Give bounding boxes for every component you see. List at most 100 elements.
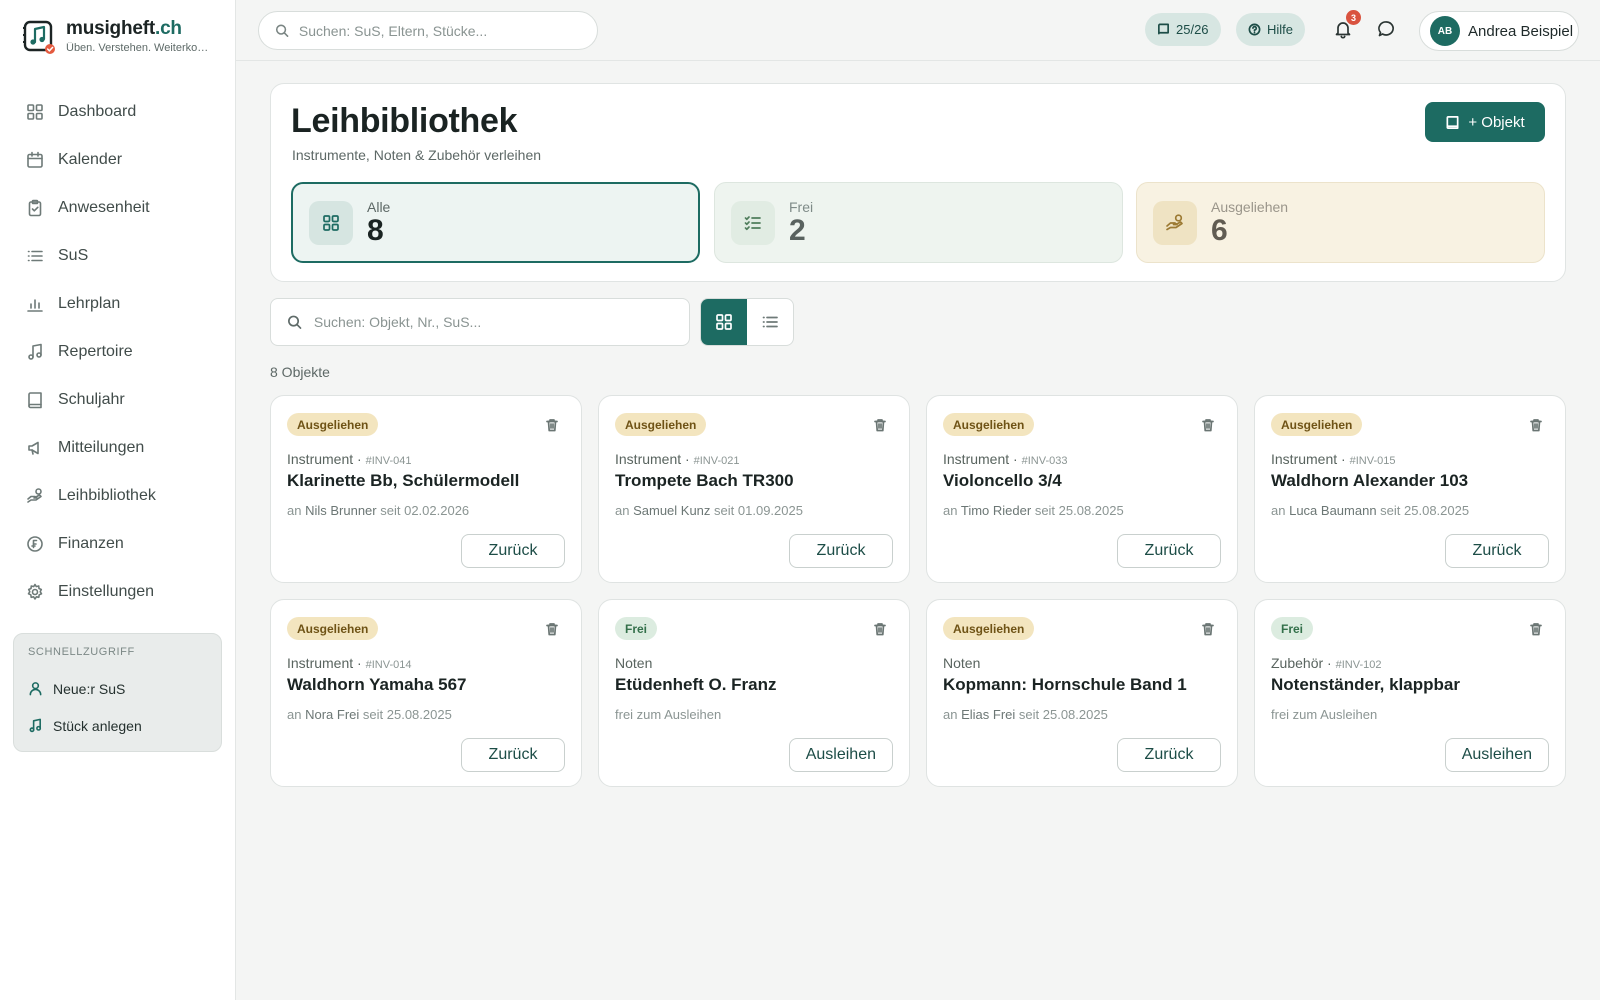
sidebar-item-finanzen[interactable]: Finanzen bbox=[14, 520, 222, 568]
page-header-card: Leihbibliothek Instrumente, Noten & Zube… bbox=[270, 83, 1566, 282]
return-button[interactable]: Zurück bbox=[461, 534, 565, 568]
lend-button[interactable]: Ausleihen bbox=[1444, 738, 1549, 772]
user-icon bbox=[29, 682, 42, 696]
sidebar-item-mitteilungen[interactable]: Mitteilungen bbox=[14, 424, 222, 472]
chat-bubble-icon bbox=[1378, 21, 1394, 37]
library-search[interactable] bbox=[270, 298, 690, 346]
page-title: Leihbibliothek bbox=[291, 102, 518, 140]
school-year-badge[interactable]: 25/26 bbox=[1145, 13, 1221, 46]
return-button[interactable]: Zurück bbox=[1445, 534, 1549, 568]
delete-button[interactable] bbox=[1199, 416, 1217, 434]
object-category: Instrument bbox=[1271, 451, 1338, 467]
sidebar-item-anwesenheit[interactable]: Anwesenheit bbox=[14, 184, 222, 232]
brand-name: musigheft.ch bbox=[66, 18, 182, 39]
user-name: Andrea Beispiel bbox=[1468, 22, 1574, 40]
return-button[interactable]: Zurück bbox=[789, 534, 893, 568]
sidebar-item-dashboard[interactable]: Dashboard bbox=[14, 88, 222, 136]
gear-icon bbox=[27, 583, 43, 600]
delete-button[interactable] bbox=[543, 620, 561, 638]
calendar-icon bbox=[27, 151, 43, 168]
notifications-button[interactable]: 3 bbox=[1330, 10, 1361, 42]
object-meta: Noten bbox=[615, 655, 652, 671]
stat-label: Ausgeliehen bbox=[1211, 198, 1289, 215]
object-meta: Instrument · #INV-015 bbox=[1271, 451, 1396, 467]
logo-icon bbox=[22, 18, 56, 54]
sidebar-item-label: Schuljahr bbox=[58, 391, 125, 408]
help-button[interactable]: Hilfe bbox=[1236, 13, 1306, 46]
object-meta: Instrument · #INV-014 bbox=[287, 655, 412, 671]
library-search-input[interactable] bbox=[313, 314, 689, 330]
object-card[interactable]: Frei Zubehör · #INV-102 Notenständer, kl… bbox=[1254, 599, 1566, 787]
sidebar-item-lehrplan[interactable]: Lehrplan bbox=[14, 280, 222, 328]
delete-button[interactable] bbox=[543, 416, 561, 434]
help-icon bbox=[1248, 23, 1261, 36]
delete-button[interactable] bbox=[1199, 620, 1217, 638]
filter-card-lent[interactable]: Ausgeliehen 6 bbox=[1136, 182, 1545, 263]
sidebar-item-label: Dashboard bbox=[58, 103, 137, 120]
object-card[interactable]: Ausgeliehen Instrument · #INV-033 Violon… bbox=[926, 395, 1238, 583]
megaphone-icon bbox=[28, 441, 39, 455]
holder-name: Elias Frei bbox=[961, 707, 1016, 722]
sidebar-item-sus[interactable]: SuS bbox=[14, 232, 222, 280]
holder-since: seit 02.02.2026 bbox=[380, 503, 470, 518]
return-button[interactable]: Zurück bbox=[1117, 738, 1221, 772]
delete-button[interactable] bbox=[871, 620, 889, 638]
trash-icon bbox=[546, 623, 558, 636]
holder-name: Luca Baumann bbox=[1289, 503, 1377, 518]
holder-name: Nora Frei bbox=[305, 707, 360, 722]
object-card[interactable]: Ausgeliehen Instrument · #INV-015 Waldho… bbox=[1254, 395, 1566, 583]
global-search[interactable] bbox=[258, 11, 598, 50]
topbar: 25/26 Hilfe 3 AB Andrea Beispiel bbox=[236, 0, 1600, 61]
quick-new-student[interactable]: Neue:r SuS bbox=[28, 670, 207, 707]
filter-card-free[interactable]: Frei 2 bbox=[714, 182, 1123, 263]
inventory-number: #INV-102 bbox=[1335, 659, 1382, 671]
sidebar-item-label: Einstellungen bbox=[58, 583, 155, 600]
quick-item-label: Stück anlegen bbox=[53, 717, 142, 734]
add-object-button[interactable]: + Objekt bbox=[1425, 102, 1545, 142]
sidebar-item-label: Mitteilungen bbox=[58, 439, 145, 456]
stat-label: Alle bbox=[367, 198, 391, 215]
holder-prefix: an bbox=[943, 503, 958, 518]
holder-since: seit 25.08.2025 bbox=[362, 707, 452, 722]
hand-coins-icon bbox=[27, 488, 42, 503]
object-card[interactable]: Ausgeliehen Instrument · #INV-021 Trompe… bbox=[598, 395, 910, 583]
return-button[interactable]: Zurück bbox=[1117, 534, 1221, 568]
grid-view-button[interactable] bbox=[701, 299, 747, 345]
delete-button[interactable] bbox=[871, 416, 889, 434]
lend-button[interactable]: Ausleihen bbox=[788, 738, 893, 772]
object-holder: an Luca Baumann seit 25.08.2025 bbox=[1271, 503, 1469, 518]
sidebar-item-repertoire[interactable]: Repertoire bbox=[14, 328, 222, 376]
sidebar-item-schuljahr[interactable]: Schuljahr bbox=[14, 376, 222, 424]
book-icon bbox=[28, 392, 42, 409]
sidebar-item-kalender[interactable]: Kalender bbox=[14, 136, 222, 184]
stat-value: 6 bbox=[1211, 213, 1228, 247]
object-card[interactable]: Ausgeliehen Instrument · #INV-014 Waldho… bbox=[270, 599, 582, 787]
brand[interactable]: musigheft.ch Üben. Verstehen. Weiterkomm… bbox=[22, 18, 212, 54]
global-search-input[interactable] bbox=[298, 22, 597, 39]
return-button[interactable]: Zurück bbox=[461, 738, 565, 772]
object-category: Instrument bbox=[615, 451, 682, 467]
bar-chart-icon bbox=[27, 299, 43, 312]
delete-button[interactable] bbox=[1527, 620, 1545, 638]
object-holder: an Nora Frei seit 25.08.2025 bbox=[287, 707, 452, 722]
list-view-button[interactable] bbox=[747, 299, 793, 345]
object-holder: frei zum Ausleihen bbox=[1271, 707, 1377, 722]
messages-button[interactable] bbox=[1374, 16, 1400, 42]
sidebar-item-leihbibliothek[interactable]: Leihbibliothek bbox=[14, 472, 222, 520]
delete-button[interactable] bbox=[1527, 416, 1545, 434]
object-card[interactable]: Frei Noten Etüdenheft O. Franz frei zum … bbox=[598, 599, 910, 787]
object-card[interactable]: Ausgeliehen Instrument · #INV-041 Klarin… bbox=[270, 395, 582, 583]
page-subtitle: Instrumente, Noten & Zubehör verleihen bbox=[292, 147, 542, 163]
user-menu[interactable]: AB Andrea Beispiel bbox=[1419, 11, 1579, 51]
quick-add-piece[interactable]: Stück anlegen bbox=[28, 707, 207, 744]
holder-prefix: an bbox=[1271, 503, 1286, 518]
object-title: Waldhorn Yamaha 567 bbox=[287, 675, 467, 694]
inventory-number: #INV-015 bbox=[1349, 455, 1396, 467]
inventory-number: #INV-021 bbox=[693, 455, 740, 467]
object-category: Noten bbox=[615, 655, 653, 671]
sidebar-item-einstellungen[interactable]: Einstellungen bbox=[14, 568, 222, 616]
object-title: Notenständer, klappbar bbox=[1271, 675, 1460, 694]
filter-card-all[interactable]: Alle 8 bbox=[291, 182, 700, 263]
quick-access: SCHNELLZUGRIFF Neue:r SuS Stück anlegen bbox=[13, 633, 222, 752]
object-card[interactable]: Ausgeliehen Noten Kopmann: Hornschule Ba… bbox=[926, 599, 1238, 787]
